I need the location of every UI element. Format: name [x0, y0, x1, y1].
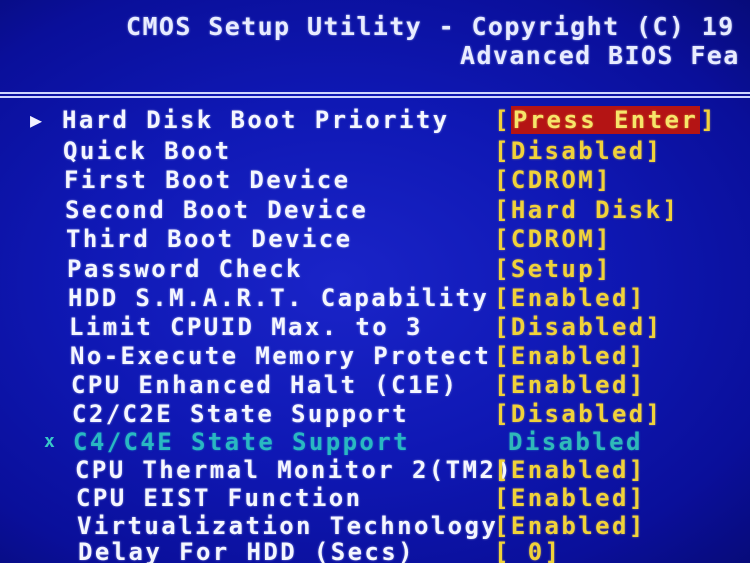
setting-label: Quick Boot	[63, 137, 232, 165]
setting-virtualization-technology[interactable]: Virtualization Technology [Enabled]	[0, 512, 750, 541]
setting-value[interactable]: [Enabled]	[494, 456, 646, 484]
setting-third-boot-device[interactable]: Third Boot Device [CDROM]	[0, 225, 750, 254]
setting-label: HDD S.M.A.R.T. Capability	[68, 284, 490, 312]
setting-quick-boot[interactable]: Quick Boot [Disabled]	[0, 137, 750, 166]
setting-value[interactable]: [Disabled]	[494, 400, 663, 428]
setting-password-check[interactable]: Password Check [Setup]	[0, 255, 750, 284]
header-divider	[0, 92, 750, 98]
setting-limit-cpuid[interactable]: Limit CPUID Max. to 3 [Disabled]	[0, 313, 750, 342]
setting-label: C2/C2E State Support	[72, 400, 409, 428]
setting-value[interactable]: [Disabled]	[494, 313, 663, 341]
setting-value[interactable]: [Setup]	[494, 255, 612, 283]
setting-value[interactable]: [Enabled]	[494, 512, 646, 540]
setting-hdd-smart-capability[interactable]: HDD S.M.A.R.T. Capability [Enabled]	[0, 284, 750, 313]
setting-value[interactable]: [Enabled]	[494, 342, 646, 370]
setting-label: No-Execute Memory Protect	[70, 342, 492, 370]
setting-first-boot-device[interactable]: First Boot Device [CDROM]	[0, 166, 750, 195]
setting-value[interactable]: [Enabled]	[494, 484, 646, 512]
setting-no-execute-memory-protect[interactable]: No-Execute Memory Protect [Enabled]	[0, 342, 750, 371]
setting-cpu-eist-function[interactable]: CPU EIST Function [Enabled]	[0, 484, 750, 513]
setting-value[interactable]: [Hard Disk]	[494, 196, 679, 224]
setting-label: Virtualization Technology	[77, 512, 499, 540]
setting-label: Hard Disk Boot Priority	[62, 106, 450, 134]
submenu-arrow-icon: ▶	[30, 108, 43, 132]
setting-value[interactable]: [Disabled]	[494, 137, 663, 165]
page-title: Advanced BIOS Fea	[460, 41, 740, 70]
unavailable-x-icon: x	[44, 431, 55, 452]
setting-cpu-thermal-monitor-2[interactable]: CPU Thermal Monitor 2(TM2) [Enabled]	[0, 456, 750, 485]
setting-value[interactable]: [Enabled]	[494, 284, 646, 312]
setting-label: Second Boot Device	[65, 196, 369, 224]
setting-label: Password Check	[67, 255, 303, 283]
setting-label: Third Boot Device	[66, 225, 353, 253]
setting-hard-disk-boot-priority[interactable]: ▶ Hard Disk Boot Priority [Press Enter]	[0, 106, 750, 135]
setting-value[interactable]: [Enabled]	[494, 371, 646, 399]
setting-value[interactable]: [CDROM]	[494, 166, 612, 194]
setting-delay-for-hdd[interactable]: Delay For HDD (Secs) [ 0]	[0, 538, 750, 563]
setting-label: CPU Thermal Monitor 2(TM2)	[75, 456, 514, 484]
setting-label: CPU Enhanced Halt (C1E)	[71, 371, 459, 399]
setting-value[interactable]: [CDROM]	[494, 225, 612, 253]
setting-value: Disabled	[508, 428, 643, 456]
setting-value[interactable]: [ 0]	[494, 538, 561, 563]
setting-c2-c2e-state-support[interactable]: C2/C2E State Support [Disabled]	[0, 400, 750, 429]
setting-c4-c4e-state-support: x C4/C4E State Support Disabled	[0, 428, 750, 457]
setting-cpu-enhanced-halt[interactable]: CPU Enhanced Halt (C1E) [Enabled]	[0, 371, 750, 400]
setting-label: C4/C4E State Support	[73, 428, 410, 456]
setting-second-boot-device[interactable]: Second Boot Device [Hard Disk]	[0, 196, 750, 225]
setting-label: First Boot Device	[64, 166, 351, 194]
setting-label: CPU EIST Function	[76, 484, 363, 512]
setting-label: Limit CPUID Max. to 3	[69, 313, 423, 341]
setting-value[interactable]: [Press Enter]	[494, 106, 717, 134]
selected-value-highlight[interactable]: Press Enter	[510, 106, 701, 134]
utility-title: CMOS Setup Utility - Copyright (C) 19	[126, 12, 735, 41]
bios-header: CMOS Setup Utility - Copyright (C) 19 Ad…	[0, 0, 750, 84]
setting-label: Delay For HDD (Secs)	[78, 538, 415, 563]
